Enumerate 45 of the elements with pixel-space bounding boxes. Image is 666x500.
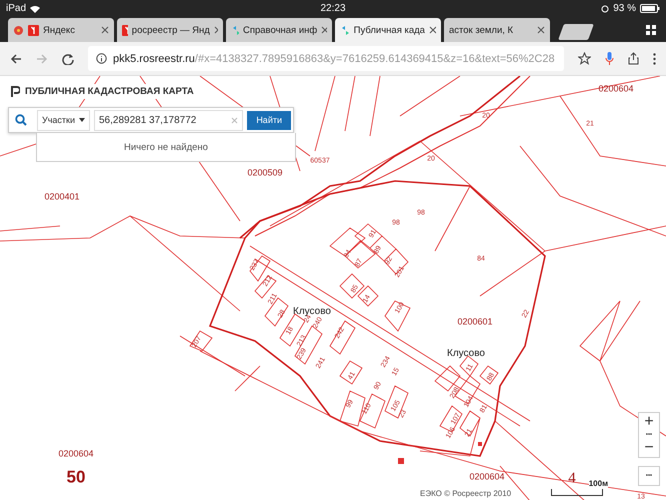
- site-logo-icon: [231, 24, 239, 36]
- battery-percent: 93 %: [613, 3, 636, 14]
- rotation-lock-icon: [601, 4, 610, 12]
- info-icon: [96, 53, 107, 64]
- map-title: ПУБЛИЧНАЯ КАДАСТРОВАЯ КАРТА: [25, 86, 194, 97]
- browser-tab[interactable]: росреестр — Янд: [117, 18, 223, 42]
- more-menu-icon[interactable]: [653, 52, 656, 64]
- search-icon[interactable]: [15, 114, 27, 126]
- microphone-icon[interactable]: [605, 52, 614, 66]
- tab-grid-icon[interactable]: [646, 25, 656, 35]
- category-dropdown[interactable]: Участки: [37, 110, 90, 130]
- new-tab-button[interactable]: [558, 24, 594, 40]
- clock: 22:23: [320, 3, 346, 14]
- zoom-in-button[interactable]: +: [639, 413, 659, 431]
- map-label: 0200401: [44, 192, 80, 202]
- map-label: 0200604: [598, 84, 634, 94]
- battery-icon: [640, 4, 660, 13]
- browser-tab[interactable]: Справочная инф: [226, 18, 332, 42]
- flower-icon: [13, 24, 24, 36]
- back-icon[interactable]: [10, 52, 22, 64]
- map-label: 0200604: [469, 472, 505, 482]
- url-text: pkk5.rosreestr.ru/#x=4138327.7895916863&y=7616259.614369415&z=16&text=56%2C28: [113, 52, 555, 64]
- find-button[interactable]: Найти: [247, 110, 291, 130]
- map-attribution: ЕЭКО © Росреестр 2010: [420, 489, 512, 498]
- star-icon[interactable]: [578, 52, 591, 65]
- map-label: 0200601: [457, 318, 493, 326]
- place-name: Клусово: [447, 349, 485, 359]
- caret-icon: [79, 118, 85, 122]
- address-field[interactable]: pkk5.rosreestr.ru/#x=4138327.7895916863&y=7616259.614369415&z=16&text=56%2C28: [88, 46, 564, 71]
- search-field[interactable]: 56,289281 37,178772: [94, 110, 244, 130]
- map-label: 0200604: [58, 450, 94, 458]
- zoom-out-button[interactable]: −: [639, 439, 659, 457]
- share-icon[interactable]: [628, 52, 639, 65]
- wifi-icon: [30, 4, 40, 12]
- browser-tab[interactable]: Яндекс: [8, 18, 114, 42]
- reload-icon[interactable]: [62, 52, 74, 64]
- browser-tab[interactable]: Публичная када: [335, 18, 441, 42]
- scale-label: 100м: [588, 479, 608, 488]
- browser-tab[interactable]: асток земли, К: [444, 18, 550, 42]
- map-label: 0200509: [247, 168, 283, 178]
- device-name: iPad: [6, 3, 26, 14]
- map-label: 50: [66, 468, 86, 486]
- search-result-message: Ничего не найдено: [36, 133, 296, 162]
- site-logo-icon: [340, 24, 350, 36]
- site-logo-icon: [11, 86, 20, 97]
